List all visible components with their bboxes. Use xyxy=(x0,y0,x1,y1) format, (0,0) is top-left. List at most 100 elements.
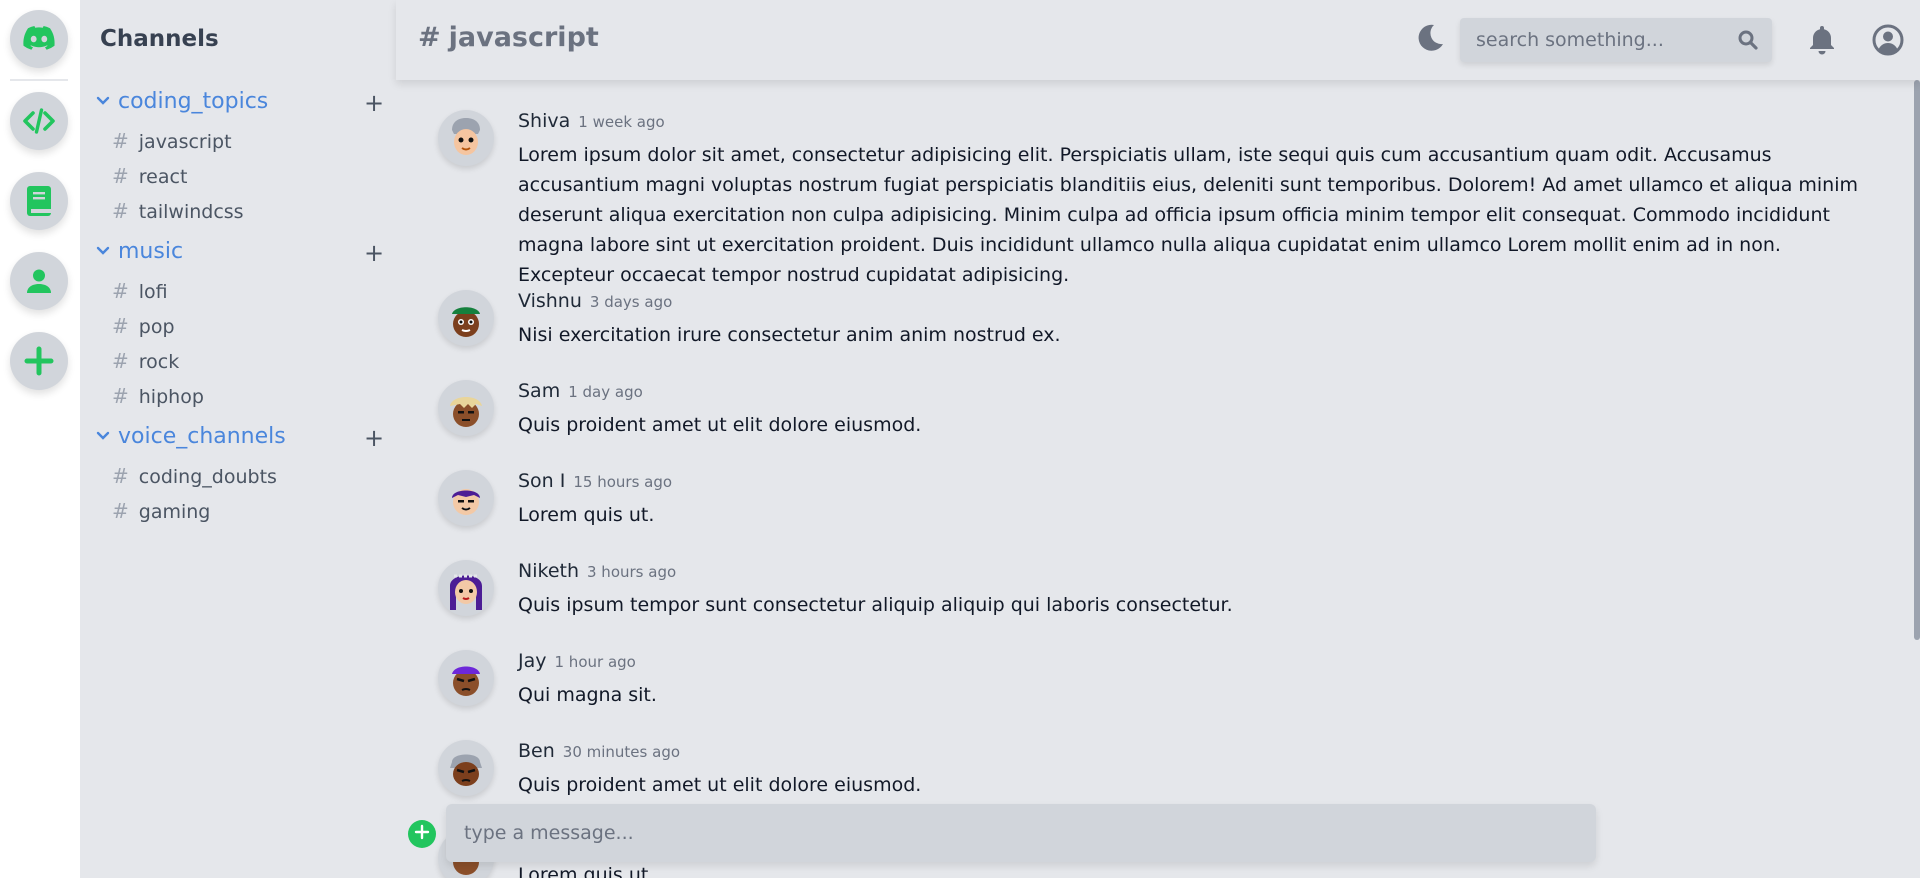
add-server-button[interactable] xyxy=(10,332,68,390)
avatar[interactable] xyxy=(438,650,494,706)
channel-item-rock[interactable]: # rock xyxy=(112,349,179,379)
avatar[interactable] xyxy=(438,290,494,346)
channel-item-react[interactable]: # react xyxy=(112,164,187,194)
message-timestamp: 1 week ago xyxy=(578,113,665,131)
channel-title-label: javascript xyxy=(448,22,599,53)
message-timestamp: 3 days ago xyxy=(589,293,673,311)
chat-header: # javascript xyxy=(396,0,1920,80)
channel-label: rock xyxy=(138,351,180,373)
chevron-down-icon xyxy=(96,243,110,262)
avatar[interactable] xyxy=(438,740,494,796)
message-timestamp: 1 day ago xyxy=(568,383,643,401)
hash-icon: # xyxy=(112,464,129,488)
message-text: Lorem quis ut. xyxy=(518,504,655,526)
message-timestamp: 1 hour ago xyxy=(554,653,636,671)
message-text: Qui magna sit. xyxy=(518,684,657,706)
channel-group-label: music xyxy=(118,239,184,264)
chat-main: #javascript Shiva 1 week ago Lorem ipsum … xyxy=(396,0,1920,878)
plus-icon xyxy=(414,824,430,844)
channel-label: hiphop xyxy=(138,386,204,408)
channel-label: pop xyxy=(138,316,175,338)
channel-title: # javascript xyxy=(418,22,599,53)
search-input[interactable] xyxy=(1460,18,1730,62)
channel-item-coding-doubts[interactable]: # coding_doubts xyxy=(112,464,277,494)
message-header: Jay 1 hour ago xyxy=(518,650,636,672)
message-timestamp: 15 hours ago xyxy=(573,473,673,491)
attach-button[interactable] xyxy=(408,820,436,848)
plus-icon xyxy=(24,346,54,376)
user-icon xyxy=(26,268,52,294)
search-box xyxy=(1460,18,1772,62)
discord-icon xyxy=(23,26,55,52)
channel-group-label: voice_channels xyxy=(118,424,286,449)
book-server-button[interactable] xyxy=(10,172,68,230)
message-input[interactable] xyxy=(446,804,1596,862)
chevron-down-icon xyxy=(96,428,110,447)
message-header: Niketh 3 hours ago xyxy=(518,560,676,582)
hash-icon: # xyxy=(112,164,129,188)
bell-icon[interactable] xyxy=(1808,24,1836,60)
server-rail xyxy=(0,0,80,878)
hash-icon: # xyxy=(418,22,441,53)
message-header: Son I 15 hours ago xyxy=(518,470,672,492)
add-channel-button[interactable]: + xyxy=(362,424,386,452)
channel-item-tailwindcss[interactable]: # tailwindcss xyxy=(112,199,244,229)
channel-group-music[interactable]: music + xyxy=(96,239,386,271)
message-header: Sam 1 day ago xyxy=(518,380,643,402)
channel-item-hiphop[interactable]: # hiphop xyxy=(112,384,204,414)
channel-item-pop[interactable]: # pop xyxy=(112,314,175,344)
message-text: Lorem ipsum dolor sit amet, consectetur … xyxy=(518,144,1859,286)
message-author[interactable]: Sam xyxy=(518,380,560,402)
message-text: Lorem quis ut. xyxy=(518,864,655,878)
sidebar-title: Channels xyxy=(100,26,219,52)
channel-label: coding_doubts xyxy=(138,466,277,488)
avatar[interactable] xyxy=(438,380,494,436)
message-author[interactable]: Son I xyxy=(518,470,565,492)
book-icon xyxy=(25,185,53,217)
user-circle-icon[interactable] xyxy=(1872,24,1904,60)
add-channel-button[interactable]: + xyxy=(362,89,386,117)
message-timestamp: 30 minutes ago xyxy=(562,743,681,761)
channel-group-voice-channels[interactable]: voice_channels + xyxy=(96,424,386,456)
avatar[interactable] xyxy=(438,470,494,526)
message-author[interactable]: Niketh xyxy=(518,560,579,582)
moon-icon[interactable] xyxy=(1414,22,1446,58)
code-icon xyxy=(22,107,56,135)
add-channel-button[interactable]: + xyxy=(362,239,386,267)
channel-group-label: coding_topics xyxy=(118,89,269,114)
channel-label: lofi xyxy=(138,281,168,303)
avatar[interactable] xyxy=(438,560,494,616)
message-timestamp: 3 hours ago xyxy=(587,563,677,581)
message-text: Quis proident amet ut elit dolore eiusmo… xyxy=(518,414,922,436)
message-author[interactable]: Ben xyxy=(518,740,555,762)
message-header: Shiva 1 week ago xyxy=(518,110,665,132)
message-header: Vishnu 3 days ago xyxy=(518,290,672,312)
hash-icon: # xyxy=(112,129,129,153)
message-text: Quis ipsum tempor sunt consectetur aliqu… xyxy=(518,594,1233,616)
channels-sidebar: Channels coding_topics + # javascript # re… xyxy=(80,0,396,878)
discord-home-button[interactable] xyxy=(10,10,68,68)
hash-icon: # xyxy=(112,314,129,338)
code-server-button[interactable] xyxy=(10,92,68,150)
rail-divider xyxy=(10,79,68,81)
message-author[interactable]: Shiva xyxy=(518,110,570,132)
message-text: Quis proident amet ut elit dolore eiusmo… xyxy=(518,774,922,796)
hash-icon: # xyxy=(112,199,129,223)
channel-label: javascript xyxy=(138,131,232,153)
hash-icon: # xyxy=(112,349,129,373)
channel-group-coding-topics[interactable]: coding_topics + xyxy=(96,89,386,121)
channel-item-lofi[interactable]: # lofi xyxy=(112,279,168,309)
channel-item-gaming[interactable]: # gaming xyxy=(112,499,210,529)
hash-icon: # xyxy=(112,384,129,408)
hash-icon: # xyxy=(112,279,129,303)
avatar[interactable] xyxy=(438,110,494,166)
hash-icon: # xyxy=(112,499,129,523)
message-composer xyxy=(446,804,1596,862)
channel-label: react xyxy=(138,166,188,188)
scrollbar[interactable] xyxy=(1914,80,1920,640)
search-icon[interactable] xyxy=(1738,30,1758,54)
channel-item-javascript[interactable]: # javascript xyxy=(112,129,232,159)
message-author[interactable]: Jay xyxy=(518,650,547,672)
profile-server-button[interactable] xyxy=(10,252,68,310)
message-author[interactable]: Vishnu xyxy=(518,290,582,312)
